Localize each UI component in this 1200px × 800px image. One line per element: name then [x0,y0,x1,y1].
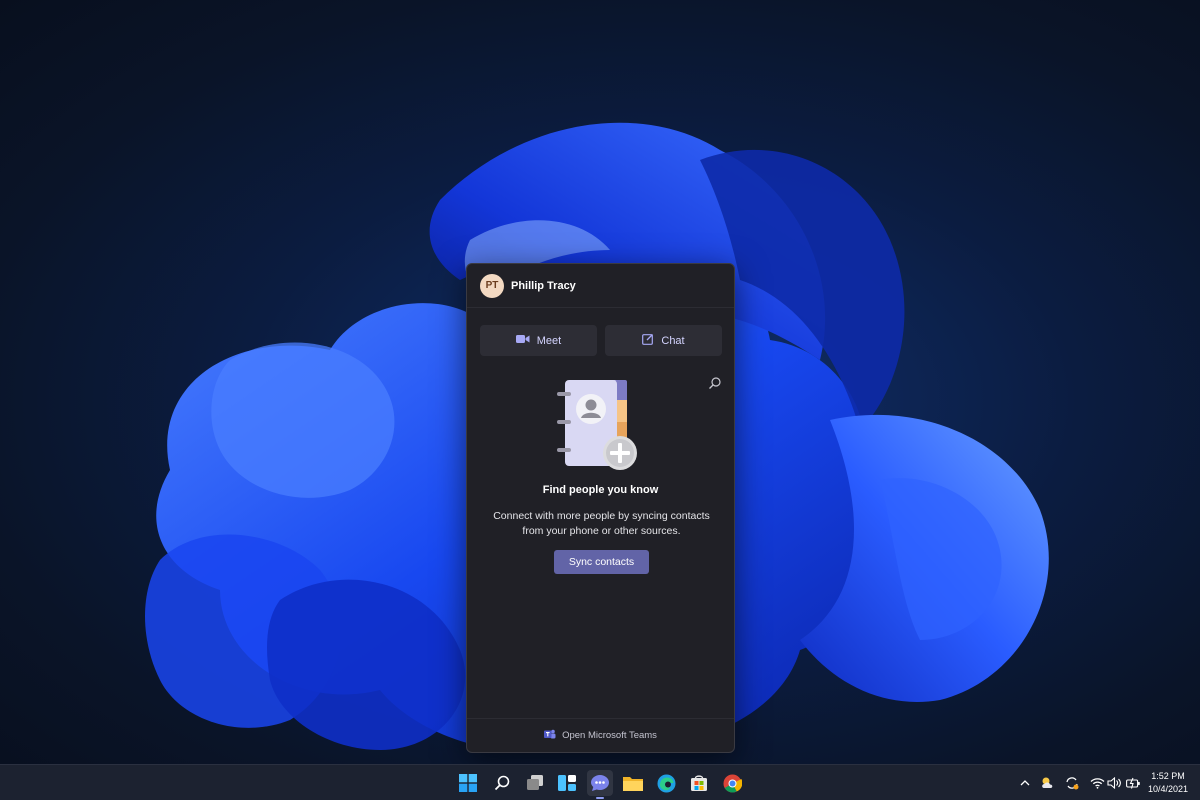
sync-contacts-button[interactable]: Sync contacts [554,550,649,574]
battery-icon[interactable] [1124,774,1142,792]
widgets-icon[interactable] [554,770,580,796]
avatar[interactable]: PT [480,273,504,298]
sync-icon[interactable] [1063,774,1081,792]
edge-icon[interactable] [653,770,679,796]
video-camera-icon [515,334,530,347]
file-explorer-icon[interactable] [620,770,646,796]
open-teams-label: Open Microsoft Teams [562,730,657,741]
find-people-description: Connect with more people by syncing cont… [493,510,710,537]
open-teams-link[interactable]: Open Microsoft Teams [467,718,734,752]
weather-icon[interactable] [1039,774,1057,792]
store-icon[interactable] [686,770,712,796]
search-icon[interactable] [708,376,722,390]
teams-icon [544,729,556,743]
wifi-icon[interactable] [1088,774,1106,792]
chat-flyout: PT Phillip Tracy Meet Chat Find people y… [466,263,735,753]
chat-icon[interactable] [587,770,613,799]
find-people-title: Find people you know [542,484,659,496]
meet-label: Meet [536,334,562,347]
clock-time: 1:52 PM [1151,771,1185,781]
volume-icon[interactable] [1105,774,1123,792]
clock-date: 10/4/2021 [1147,784,1189,794]
windows-start-icon[interactable] [455,770,481,796]
flyout-header: PT Phillip Tracy [467,264,734,308]
meet-button[interactable]: Meet [480,325,597,356]
search-icon[interactable] [489,770,515,796]
new-chat-button[interactable]: Chat [605,325,722,356]
compose-icon [642,333,654,348]
taskbar-clock[interactable]: 1:52 PM 10/4/2021 [1144,770,1192,796]
user-name: Phillip Tracy [511,279,576,292]
chrome-icon[interactable] [719,770,745,796]
chevron-up-icon[interactable] [1016,774,1034,792]
task-view-icon[interactable] [522,770,548,796]
chat-label: Chat [661,334,685,347]
taskbar: 1:52 PM 10/4/2021 [0,764,1200,800]
contacts-book-icon [553,376,649,472]
